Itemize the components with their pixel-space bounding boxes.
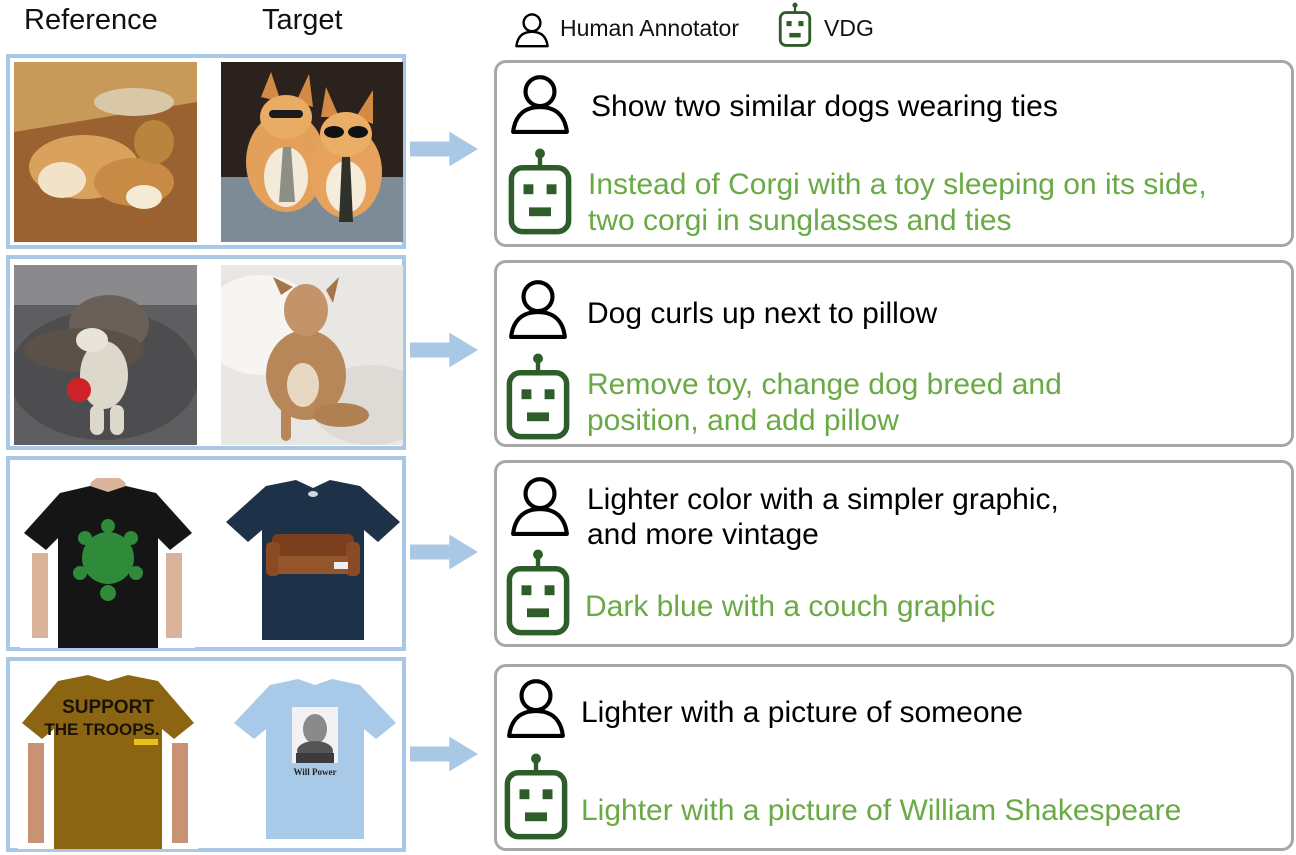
robot-icon [778, 2, 812, 48]
reference-image-black-tshirt [20, 478, 195, 648]
person-outline-icon [507, 278, 569, 340]
person-outline-icon [505, 677, 567, 739]
legend-vdg-label: VDG [824, 15, 874, 41]
human-annotation-4: Lighter with a picture of someone [581, 696, 1023, 729]
robot-icon [505, 549, 571, 637]
arrow-icon [410, 731, 478, 777]
target-image-corgis-sunglasses [221, 62, 403, 242]
human-annotation-1: Show two similar dogs wearing ties [591, 90, 1058, 123]
vdg-description-2: Remove toy, change dog breed and positio… [587, 368, 1062, 437]
robot-icon [507, 148, 573, 236]
target-column-header: Target [262, 4, 343, 36]
human-annotation-2: Dog curls up next to pillow [587, 297, 938, 330]
description-card-4: Lighter with a picture of someone Lighte… [494, 664, 1294, 851]
image-pair-frame-3 [6, 456, 406, 651]
shirt-print-caption: Will Power [293, 767, 336, 777]
human-annotation-3: Lighter color with a simpler graphic, an… [587, 483, 1059, 551]
arrow-icon [410, 529, 478, 575]
vdg-description-1: Instead of Corgi with a toy sleeping on … [588, 168, 1207, 237]
image-pair-frame-1 [6, 54, 406, 249]
image-pair-frame-2 [6, 255, 406, 450]
target-image-shakespeare-tshirt: Will Power [232, 679, 398, 839]
arrow-icon [410, 327, 478, 373]
reference-image-sleeping-corgi [14, 62, 197, 242]
reference-image-support-troops-tshirt: SUPPORT THE TROOPS. [18, 673, 198, 849]
legend-human-label: Human Annotator [560, 15, 740, 41]
shirt-print-line-1: SUPPORT [62, 697, 154, 718]
arrow-icon [410, 126, 478, 172]
reference-image-dog-with-toy [14, 265, 197, 445]
person-outline-icon [509, 73, 571, 135]
person-outline-icon [509, 475, 571, 537]
robot-icon [503, 753, 569, 841]
shirt-print-line-2: THE TROOPS. [44, 720, 159, 739]
description-card-1: Show two similar dogs wearing ties Inste… [494, 60, 1294, 247]
vdg-description-4: Lighter with a picture of William Shakes… [581, 794, 1182, 827]
image-pair-frame-4: SUPPORT THE TROOPS. Will Power [6, 657, 406, 852]
description-card-3: Lighter color with a simpler graphic, an… [494, 460, 1294, 647]
person-outline-icon [511, 12, 553, 48]
robot-icon [505, 353, 571, 441]
vdg-description-3: Dark blue with a couch graphic [585, 590, 996, 623]
target-image-navy-couch-tshirt [224, 480, 402, 640]
target-image-dog-on-pillow [221, 265, 403, 445]
description-card-2: Dog curls up next to pillow Remove toy, … [494, 260, 1294, 447]
reference-column-header: Reference [24, 4, 158, 36]
